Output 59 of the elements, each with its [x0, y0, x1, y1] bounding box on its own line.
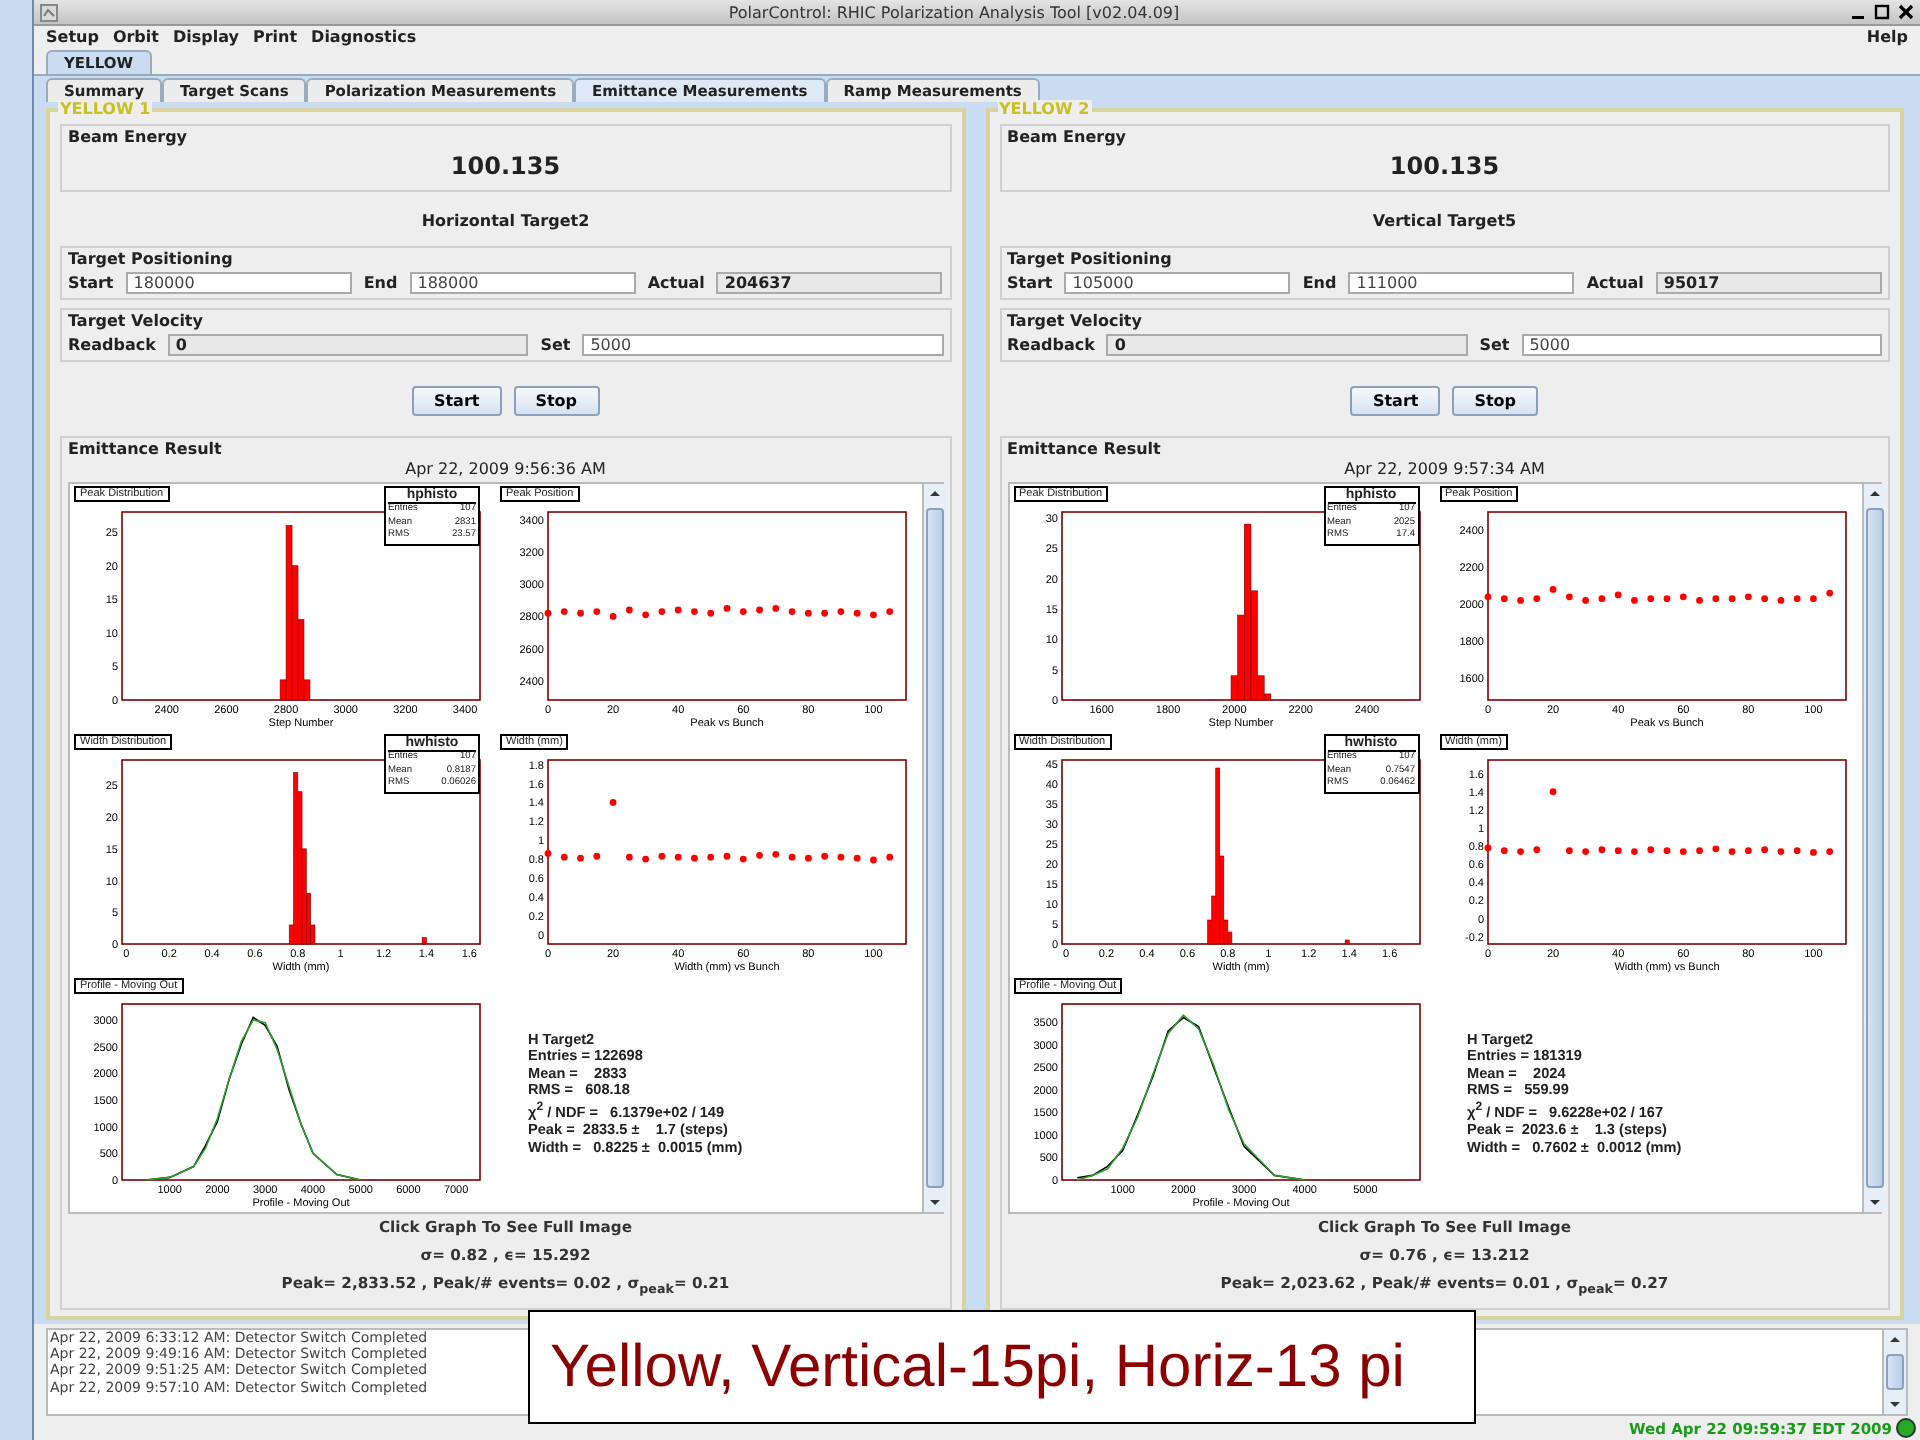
field-label: Actual — [1586, 274, 1644, 292]
plot-canvas[interactable] — [1009, 484, 1861, 1212]
group-title: Target Positioning — [68, 250, 235, 268]
scrollbar[interactable] — [922, 484, 946, 1212]
window-title: PolarControl: RHIC Polarization Analysis Tool [v02.04.09] — [726, 3, 1182, 21]
input-field[interactable]: 204637 — [716, 272, 943, 294]
action-button[interactable]: Stop — [513, 386, 600, 416]
close-icon[interactable] — [1898, 4, 1914, 20]
scrollbar[interactable] — [1861, 484, 1885, 1212]
field-label: Actual — [647, 274, 705, 292]
menu-item[interactable]: Help — [1866, 28, 1908, 46]
scroll-thumb[interactable] — [1886, 1354, 1904, 1390]
input-field[interactable]: 188000 — [409, 272, 636, 294]
field-label: End — [1302, 274, 1337, 292]
input-field[interactable]: 180000 — [125, 272, 352, 294]
scroll-thumb[interactable] — [1865, 508, 1883, 1188]
field-label: Start — [1007, 274, 1053, 292]
menu-item[interactable]: Print — [252, 28, 298, 46]
action-button[interactable]: Stop — [1452, 386, 1539, 416]
target-name: Vertical Target5 — [1370, 210, 1519, 234]
group-title: Emittance Result — [68, 440, 224, 458]
field-label: Readback — [68, 336, 156, 354]
input-field[interactable]: 95017 — [1655, 272, 1882, 294]
beam-energy-value: 100.135 — [448, 150, 563, 184]
target-name: Horizontal Target2 — [419, 210, 592, 234]
field-label: Set — [540, 336, 571, 354]
group-title: Target Velocity — [1007, 312, 1144, 330]
field-label: Set — [1479, 336, 1510, 354]
menu-item[interactable]: Orbit — [112, 28, 159, 46]
menu-item[interactable]: Diagnostics — [311, 28, 417, 46]
plot-canvas[interactable] — [70, 484, 922, 1212]
timestamp: Apr 22, 2009 9:57:34 AM — [1342, 458, 1547, 482]
menu-item[interactable]: Display — [172, 28, 239, 46]
group-title: Emittance Result — [1007, 440, 1163, 458]
caption-box: Yellow, Vertical-15pi, Horiz-13 pi — [528, 1310, 1476, 1424]
beam-energy-value: 100.135 — [1387, 150, 1502, 184]
action-button[interactable]: Start — [411, 386, 502, 416]
group-title: Beam Energy — [68, 128, 190, 146]
input-field[interactable]: 0 — [167, 334, 529, 356]
group-title: Beam Energy — [1007, 128, 1129, 146]
field-label: Start — [68, 274, 114, 292]
menu-item[interactable]: Setup — [46, 28, 99, 46]
maximize-icon[interactable] — [1874, 4, 1890, 20]
scrollbar[interactable] — [1882, 1330, 1906, 1414]
timestamp: Apr 22, 2009 9:56:36 AM — [403, 458, 608, 482]
group-title: Target Positioning — [1007, 250, 1174, 268]
input-field[interactable]: 5000 — [582, 334, 944, 356]
panel-title: YELLOW 1 — [58, 100, 153, 118]
input-field[interactable]: 5000 — [1521, 334, 1883, 356]
scroll-thumb[interactable] — [926, 508, 944, 1188]
panel-title: YELLOW 2 — [997, 100, 1092, 118]
group-title: Target Velocity — [68, 312, 205, 330]
input-field[interactable]: 105000 — [1064, 272, 1291, 294]
action-button[interactable]: Start — [1350, 386, 1441, 416]
field-label: End — [363, 274, 398, 292]
input-field[interactable]: 0 — [1106, 334, 1468, 356]
input-field[interactable]: 111000 — [1348, 272, 1575, 294]
field-label: Readback — [1007, 336, 1095, 354]
app-icon — [40, 3, 58, 21]
